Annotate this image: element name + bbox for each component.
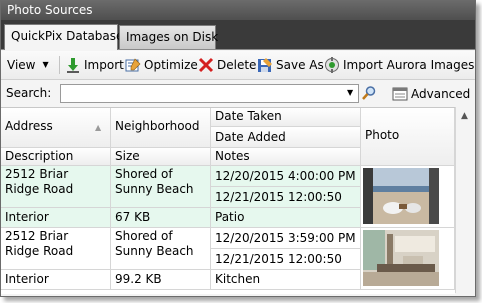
cell-description[interactable]: Interior	[1, 208, 111, 228]
column-header-date-added[interactable]: Date Added	[211, 127, 361, 148]
cell-notes[interactable]: Kitchen	[211, 270, 361, 290]
save-as-button[interactable]: Save As	[257, 54, 324, 76]
cell-neighborhood[interactable]: Shored of Sunny Beach	[111, 166, 211, 208]
cell-date-added[interactable]: 12/21/2015 12:00:50 PM	[211, 249, 361, 270]
column-header-address[interactable]: Address ▲	[1, 108, 111, 148]
cell-description[interactable]: Interior	[1, 270, 111, 290]
import-aurora-images-button[interactable]: Import Aurora Images	[324, 54, 474, 76]
cell-address[interactable]: 2512 Briar Ridge Road	[1, 166, 111, 208]
column-header-date-taken[interactable]: Date Taken	[211, 108, 361, 127]
advanced-search-icon	[392, 86, 408, 102]
optimize-label: Optimize	[144, 58, 198, 72]
cell-photo[interactable]	[361, 228, 455, 290]
column-header-size[interactable]: Size	[111, 148, 211, 166]
scroll-up-icon[interactable]: ▲	[461, 111, 468, 121]
advanced-label: Advanced	[411, 87, 471, 101]
tab-quickpix-database[interactable]: QuickPix Database	[4, 24, 123, 50]
optimize-icon	[125, 57, 141, 73]
search-row: Search: ▼ Advanced	[1, 81, 475, 107]
column-header-neighborhood[interactable]: Neighborhood	[111, 108, 211, 148]
magnifier-icon[interactable]	[361, 85, 377, 101]
window-title: Photo Sources	[1, 1, 475, 20]
cell-date-taken[interactable]: 12/20/2015 4:00:00 PM	[211, 166, 361, 187]
import-aurora-icon	[324, 57, 340, 73]
view-label: View	[7, 58, 36, 72]
import-icon	[65, 57, 81, 73]
search-input[interactable]	[60, 84, 359, 103]
delete-icon	[198, 57, 214, 73]
photo-sources-window: Photo Sources QuickPix Database Images o…	[0, 0, 476, 297]
save-as-icon	[257, 57, 273, 73]
save-as-label: Save As	[276, 58, 324, 72]
tab-bar: QuickPix Database Images on Disk	[1, 20, 475, 50]
vertical-scrollbar[interactable]: ▲	[455, 107, 475, 293]
column-header-photo[interactable]: Photo	[361, 108, 455, 166]
photo-grid: Address ▲ Neighborhood Date Taken Date A…	[1, 107, 455, 294]
chevron-down-icon: ▼	[42, 60, 49, 69]
toolbar-separator	[59, 56, 60, 74]
patio-photo-thumbnail	[363, 168, 439, 224]
delete-button[interactable]: Delete	[198, 54, 256, 76]
cell-size[interactable]: 99.2 KB	[111, 270, 211, 290]
cell-address[interactable]: 2512 Briar Ridge Road	[1, 228, 111, 270]
import-label: Import	[84, 58, 124, 72]
search-label: Search:	[6, 86, 52, 100]
kitchen-photo-thumbnail	[363, 230, 439, 286]
view-menu-button[interactable]: View ▼	[7, 54, 49, 76]
cell-date-added[interactable]: 12/21/2015 12:00:50 PM	[211, 187, 361, 208]
delete-label: Delete	[217, 58, 257, 72]
column-header-notes[interactable]: Notes	[211, 148, 361, 166]
import-aurora-label: Import Aurora Images	[343, 58, 475, 72]
cell-neighborhood[interactable]: Shored of Sunny Beach	[111, 228, 211, 270]
address-header-label: Address	[5, 119, 53, 133]
optimize-button[interactable]: Optimize	[125, 54, 198, 76]
sort-ascending-icon: ▲	[95, 123, 102, 132]
cell-notes[interactable]: Patio	[211, 208, 361, 228]
advanced-search-button[interactable]: Advanced	[392, 85, 470, 103]
search-dropdown-icon[interactable]: ▼	[347, 88, 353, 97]
toolbar: View ▼ Import Optimize Delete Save As Im…	[1, 51, 475, 80]
cell-size[interactable]: 67 KB	[111, 208, 211, 228]
column-header-description[interactable]: Description	[1, 148, 111, 166]
import-button[interactable]: Import	[65, 54, 124, 76]
tab-images-on-disk[interactable]: Images on Disk	[119, 25, 218, 49]
cell-photo[interactable]	[361, 166, 455, 228]
cell-date-taken[interactable]: 12/20/2015 3:59:00 PM	[211, 228, 361, 249]
